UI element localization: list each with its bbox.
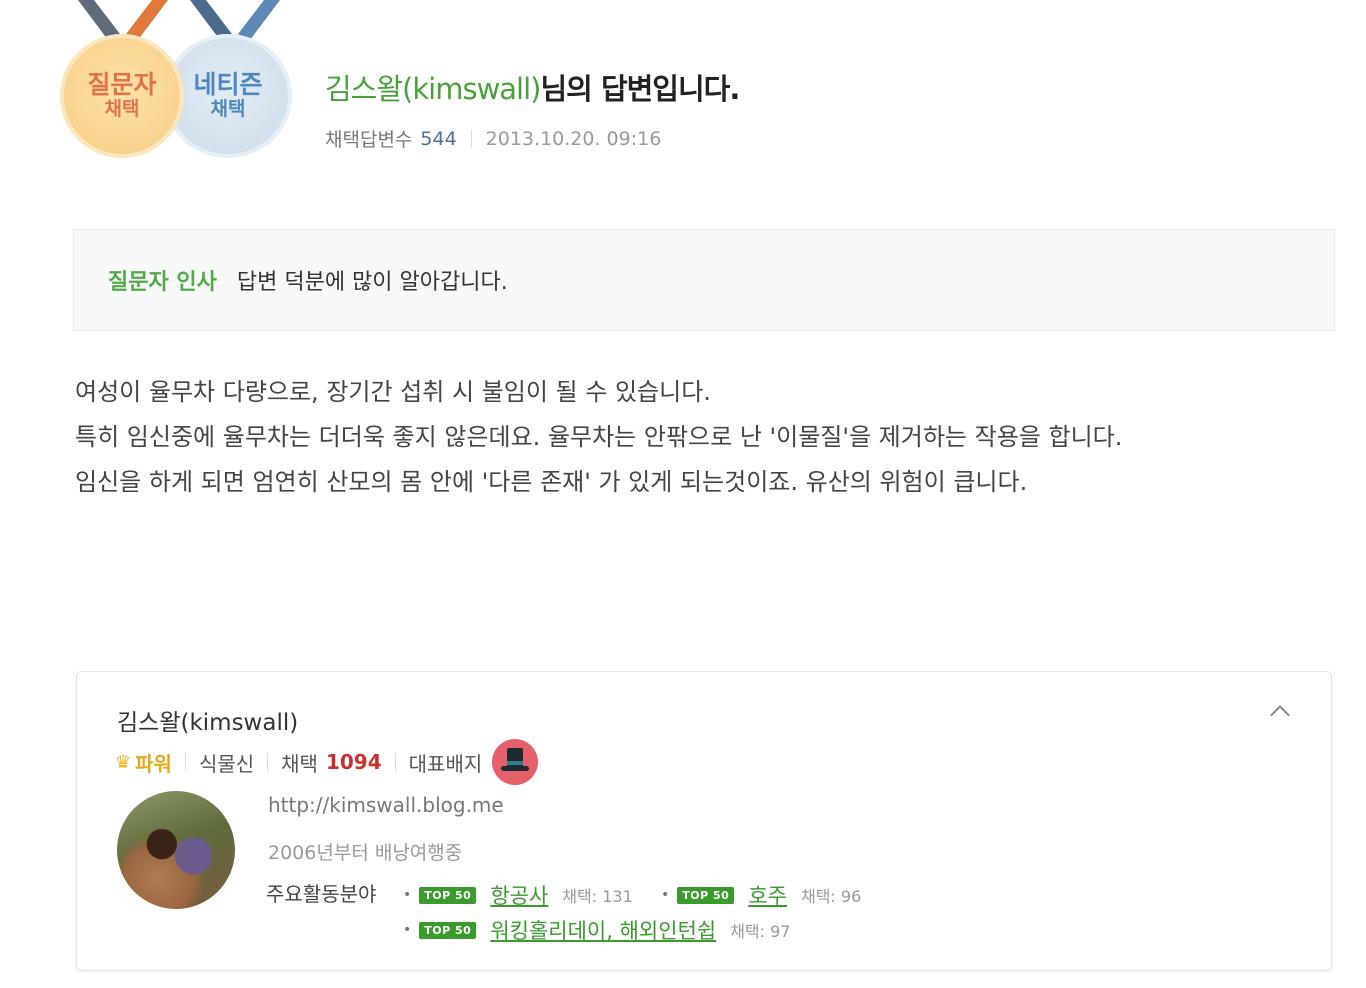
badge-label: 대표배지 [408, 751, 483, 776]
profile-category: 식물신 [198, 751, 255, 776]
greeting-label: 질문자 인사 [108, 270, 217, 295]
answer-line: 특히 임신중에 율무차는 더더욱 좋지 않은데요. 율무차는 안팎으로 난 '이… [75, 423, 1123, 451]
activity-field-count: 채택: 131 [562, 887, 633, 906]
profile-stats: ♛ 파워 식물신 채택 1094 대표배지 [115, 739, 539, 785]
chosen-answers-label: 채택답변수 [325, 129, 413, 151]
divider [470, 129, 472, 148]
medal-label: 네티즌 [193, 69, 263, 99]
medal-label: 질문자 [87, 69, 157, 99]
bullet-icon: • [661, 887, 670, 903]
activity-field: • TOP 50 항공사 채택: 131 [403, 880, 633, 910]
profile-name[interactable]: 김스왈(kimswall) [117, 703, 298, 737]
profile-intro: 2006년부터 배낭여행중 [268, 842, 463, 864]
crown-icon: ♛ [115, 751, 132, 773]
questioner-greeting-box: 질문자 인사 답변 덕분에 많이 알아갑니다. [73, 229, 1335, 331]
profile-chosen-label: 채택 [281, 751, 318, 776]
answer-content: 여성이 율무차 다량으로, 장기간 섭취 시 불임이 될 수 있습니다. 특히 … [75, 370, 1315, 505]
answer-title: 김스왈(kimswall)님의 답변입니다. [325, 66, 740, 108]
chosen-answers-count: 544 [420, 127, 457, 150]
title-suffix: 님의 답변입니다. [540, 72, 740, 106]
divider [394, 753, 396, 771]
bullet-icon: • [403, 887, 412, 903]
bullet-icon: • [403, 922, 412, 938]
answer-line: 여성이 율무차 다량으로, 장기간 섭취 시 불임이 될 수 있습니다. [75, 378, 711, 406]
top-hat-badge-icon[interactable] [492, 739, 539, 785]
activity-field: • TOP 50 워킹홀리데이, 해외인턴쉽 채택: 97 [403, 915, 790, 945]
medal-sublabel: 채택 [210, 98, 246, 121]
top50-badge: TOP 50 [677, 886, 735, 904]
activity-field-count: 채택: 96 [800, 887, 862, 906]
activity-field-link[interactable]: 호주 [748, 880, 787, 910]
activity-field-link[interactable]: 워킹홀리데이, 해외인턴쉽 [490, 915, 716, 945]
medal-sublabel: 채택 [104, 98, 140, 121]
profile-level: 파워 [135, 751, 172, 776]
answer-line: 임신을 하게 되면 엄연히 산모의 몸 안에 '다른 존재' 가 있게 되는것이… [75, 468, 1028, 496]
avatar[interactable] [117, 791, 235, 909]
activity-fields-label: 주요활동분야 [266, 882, 377, 906]
top50-badge: TOP 50 [419, 886, 477, 904]
divider [267, 753, 269, 771]
activity-field-count: 채택: 97 [730, 922, 791, 941]
greeting-text: 답변 덕분에 많이 알아갑니다. [236, 270, 508, 295]
answerer-profile-card: 김스왈(kimswall) ♛ 파워 식물신 채택 1094 대표배지 http… [76, 671, 1332, 971]
divider [184, 753, 186, 771]
top50-badge: TOP 50 [419, 921, 477, 939]
chevron-up-icon[interactable] [1270, 705, 1290, 725]
questioner-chosen-medal: 질문자 채택 [60, 34, 184, 158]
answer-date: 2013.10.20. 09:16 [485, 127, 662, 150]
answerer-name-link[interactable]: 김스왈(kimswall) [325, 72, 541, 106]
activity-field-link[interactable]: 항공사 [490, 880, 548, 910]
answer-meta: 채택답변수 544 2013.10.20. 09:16 [325, 125, 661, 152]
profile-chosen-total: 1094 [325, 750, 382, 774]
activity-field: • TOP 50 호주 채택: 96 [661, 880, 861, 910]
profile-blog-link[interactable]: http://kimswall.blog.me [268, 793, 504, 817]
